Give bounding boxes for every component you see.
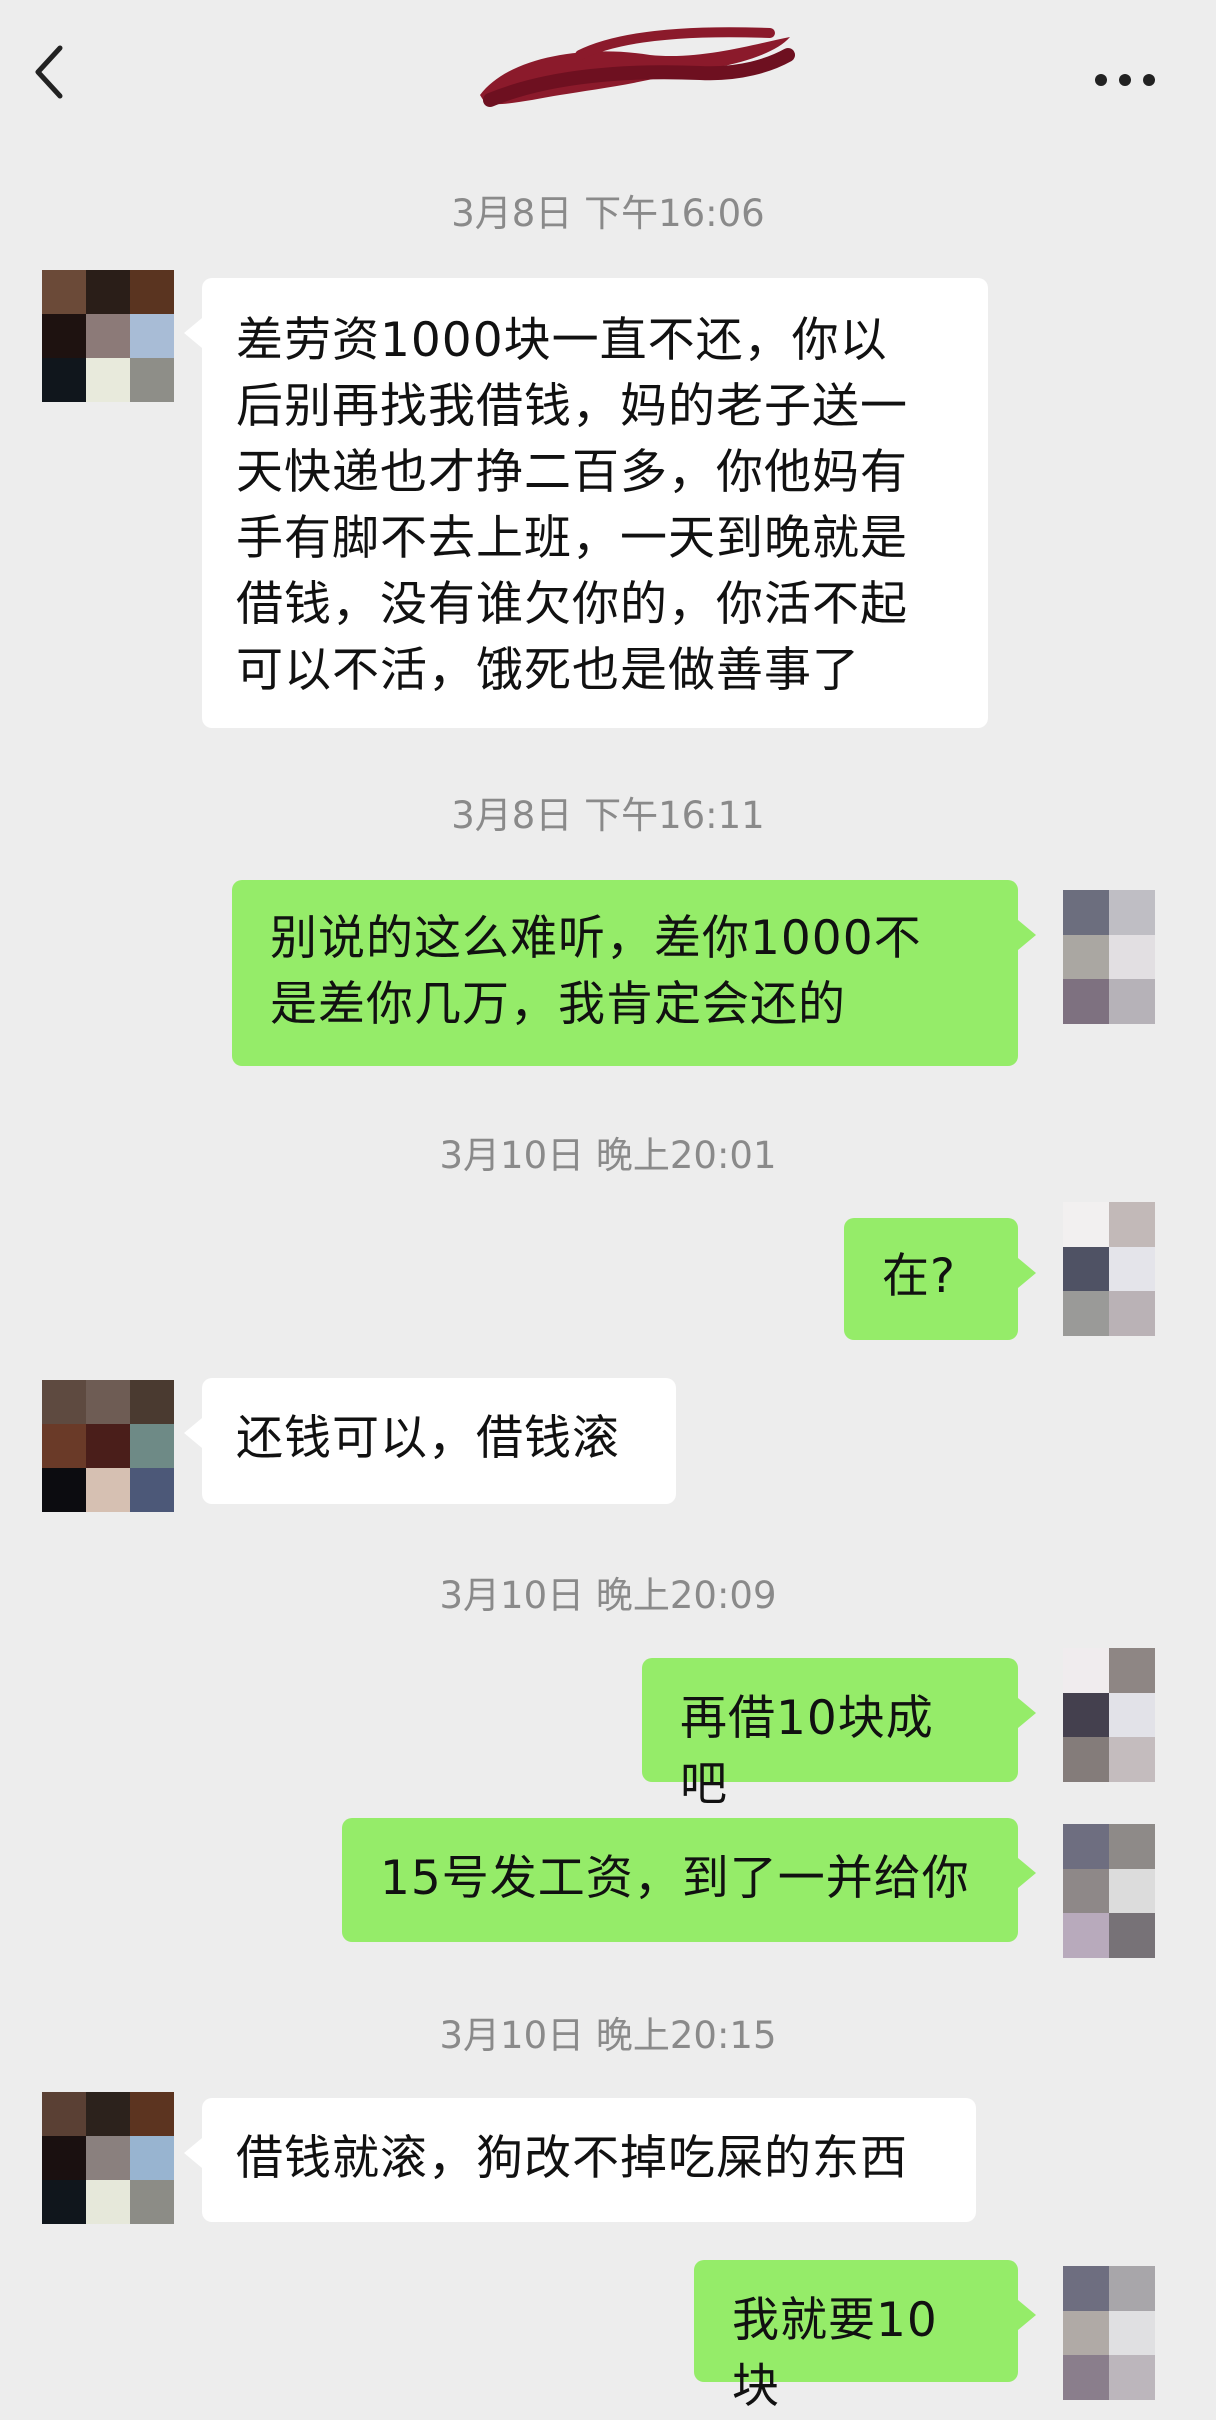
contact-avatar[interactable] [42, 1380, 174, 1512]
message-text: 我就要10块 [732, 2293, 938, 2414]
back-button[interactable] [30, 42, 90, 122]
outgoing-message-bubble[interactable]: 在? [844, 1218, 1036, 1340]
self-avatar[interactable] [1063, 1648, 1155, 1782]
message-text: 差劳资1000块一直不还，你以 后别再找我借钱，妈的老子送一 天快递也才挣二百多… [236, 313, 908, 698]
ellipsis-icon [1095, 74, 1155, 86]
self-avatar[interactable] [1063, 1202, 1155, 1336]
outgoing-message-bubble[interactable]: 我就要10块 [694, 2260, 1036, 2414]
message-text: 15号发工资，到了一并给你 [380, 1851, 970, 1906]
name-redaction [470, 15, 800, 125]
message-text: 别说的这么难听，差你1000不 是差你几万，我肯定会还的 [270, 911, 922, 1032]
message-text: 借钱就滚，狗改不掉吃屎的东西 [236, 2131, 908, 2186]
timestamp: 3月10日 晚上20:09 [439, 1574, 777, 1617]
more-options-button[interactable] [1085, 55, 1165, 105]
message-text: 再借10块成吧 [680, 1691, 934, 1812]
self-avatar[interactable] [1063, 2266, 1155, 2400]
incoming-message-bubble[interactable]: 还钱可以，借钱滚 [184, 1378, 676, 1504]
message-text: 在? [882, 1249, 956, 1304]
outgoing-message-bubble[interactable]: 再借10块成吧 [642, 1658, 1036, 1812]
timestamp: 3月10日 晚上20:01 [439, 1134, 777, 1177]
outgoing-message-bubble[interactable]: 15号发工资，到了一并给你 [342, 1818, 1036, 1942]
chevron-left-icon [35, 45, 63, 99]
incoming-message-bubble[interactable]: 差劳资1000块一直不还，你以 后别再找我借钱，妈的老子送一 天快递也才挣二百多… [184, 278, 988, 728]
incoming-message-bubble[interactable]: 借钱就滚，狗改不掉吃屎的东西 [184, 2098, 976, 2222]
timestamp: 3月10日 晚上20:15 [439, 2014, 777, 2057]
top-bar [0, 0, 1216, 160]
contact-avatar[interactable] [42, 2092, 174, 2224]
message-text: 还钱可以，借钱滚 [236, 1411, 620, 1466]
contact-avatar[interactable] [42, 270, 174, 402]
timestamp: 3月8日 下午16:06 [451, 192, 765, 235]
outgoing-message-bubble[interactable]: 别说的这么难听，差你1000不 是差你几万，我肯定会还的 [232, 880, 1036, 1066]
timestamp: 3月8日 下午16:11 [451, 794, 765, 837]
self-avatar[interactable] [1063, 890, 1155, 1024]
self-avatar[interactable] [1063, 1824, 1155, 1958]
